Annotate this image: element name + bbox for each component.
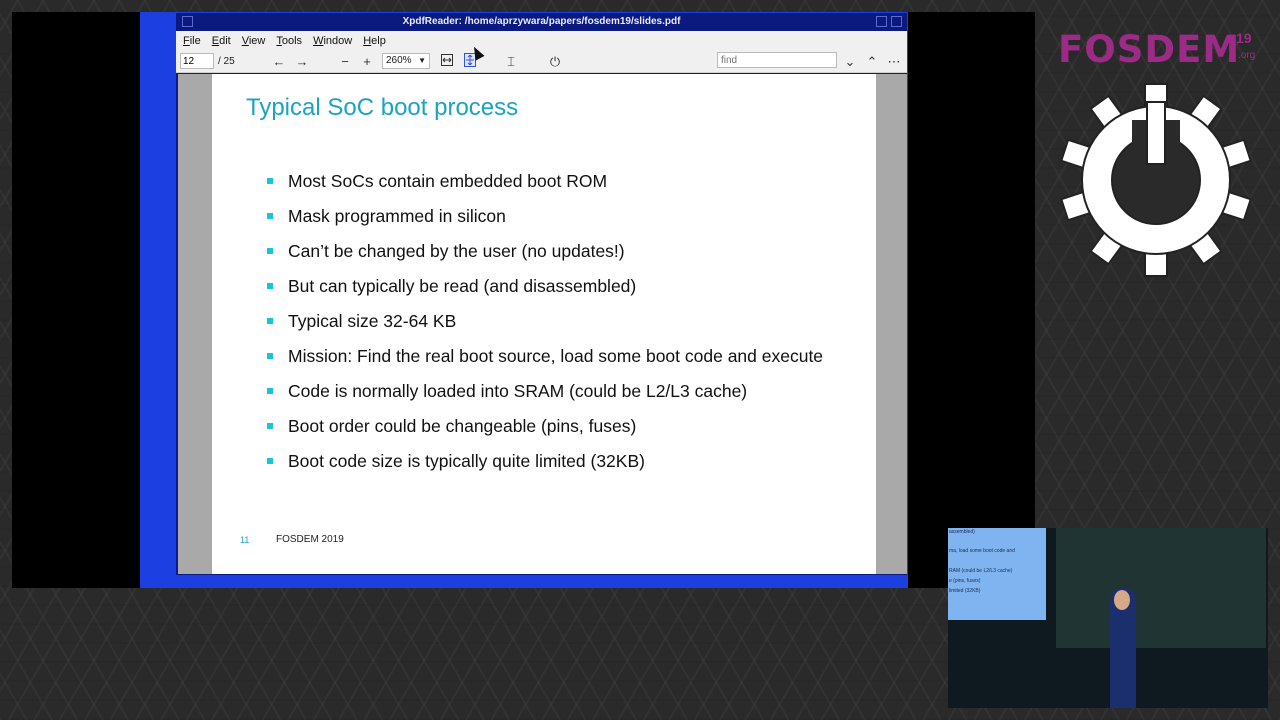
minimize-button[interactable] (876, 16, 887, 27)
slide-title: Typical SoC boot process (246, 94, 519, 121)
xpdf-window: XpdfReader: /home/aprzywara/papers/fosde… (176, 13, 907, 575)
fosdem-year: 19 (1236, 30, 1252, 46)
menu-view[interactable]: View (242, 35, 266, 47)
camera-speaker-head (1114, 590, 1130, 610)
window-titlebar[interactable]: XpdfReader: /home/aprzywara/papers/fosde… (176, 13, 907, 31)
menu-window[interactable]: Window (313, 35, 352, 47)
bullet-item: Mask programmed in silicon (267, 202, 827, 232)
bullet-item: Mission: Find the real boot source, load… (267, 342, 827, 372)
bullet-item: Can’t be changed by the user (no updates… (267, 237, 827, 267)
chevron-down-icon: ▼ (418, 56, 426, 65)
fosdem-org: .org (1238, 50, 1256, 61)
camera-projector-screen: assembled) ma, load some boot code and R… (948, 528, 1046, 620)
bullet-item: Most SoCs contain embedded boot ROM (267, 167, 827, 197)
zoom-in-icon[interactable]: + (358, 53, 376, 70)
more-options-icon[interactable]: ⋯ (885, 53, 903, 70)
bullet-item: Boot code size is typically quite limite… (267, 447, 827, 477)
slide-page: Typical SoC boot process Most SoCs conta… (212, 74, 876, 574)
menu-file[interactable]: File (183, 35, 201, 47)
find-next-chevron-down-icon[interactable]: ⌄ (841, 53, 859, 70)
zoom-select[interactable]: 260% ▼ (382, 53, 430, 69)
window-menu-button[interactable] (182, 16, 193, 27)
page-number-input[interactable] (180, 53, 214, 69)
back-arrow-icon[interactable]: ← (270, 53, 288, 70)
menu-bar: File Edit View Tools Window Help (176, 31, 907, 51)
speaker-camera-inset: assembled) ma, load some boot code and R… (948, 528, 1268, 708)
zoom-out-icon[interactable]: − (336, 53, 354, 70)
menu-tools[interactable]: Tools (276, 35, 302, 47)
bullet-item: Boot order could be changeable (pins, fu… (267, 412, 827, 442)
find-input[interactable] (717, 52, 837, 68)
camera-screen-text: e (pins, fuses) (949, 578, 981, 584)
document-view[interactable]: Typical SoC boot process Most SoCs conta… (178, 74, 907, 574)
redraw-icon[interactable]: ⏻ (546, 53, 564, 70)
menu-edit[interactable]: Edit (212, 35, 231, 47)
find-previous-chevron-up-icon[interactable]: ⌃ (863, 53, 881, 70)
bullet-item: But can typically be read (and disassemb… (267, 272, 827, 302)
camera-screen-text: RAM (could be L2/L3 cache) (949, 568, 1013, 574)
text-select-icon[interactable]: ⌶ (502, 53, 520, 70)
maximize-button[interactable] (891, 16, 902, 27)
camera-blackboard (1056, 528, 1266, 648)
camera-screen-text: ma, load some boot code and (949, 548, 1015, 554)
fosdem-gear-logo-icon (1060, 83, 1252, 277)
camera-screen-text: assembled) (949, 529, 975, 535)
menu-help[interactable]: Help (363, 35, 386, 47)
page-count: / 25 (218, 56, 235, 67)
zoom-value: 260% (386, 55, 412, 66)
bullet-item: Code is normally loaded into SRAM (could… (267, 377, 827, 407)
camera-screen-text: limited (32KB) (949, 588, 981, 594)
fit-width-icon[interactable] (438, 53, 456, 70)
slide-footer: FOSDEM 2019 (276, 534, 344, 545)
bullet-item: Typical size 32-64 KB (267, 307, 827, 337)
toolbar: / 25 ← → − + 260% ▼ ⌶ ⏻ ⌄ ⌃ ⋯ (176, 51, 907, 73)
bullet-list: Most SoCs contain embedded boot ROM Mask… (267, 167, 827, 482)
window-title: XpdfReader: /home/aprzywara/papers/fosde… (402, 16, 681, 27)
forward-arrow-icon[interactable]: → (293, 53, 311, 70)
slide-page-number: 11 (240, 535, 250, 545)
fosdem-logo-text: FOSDEM (1058, 28, 1241, 71)
